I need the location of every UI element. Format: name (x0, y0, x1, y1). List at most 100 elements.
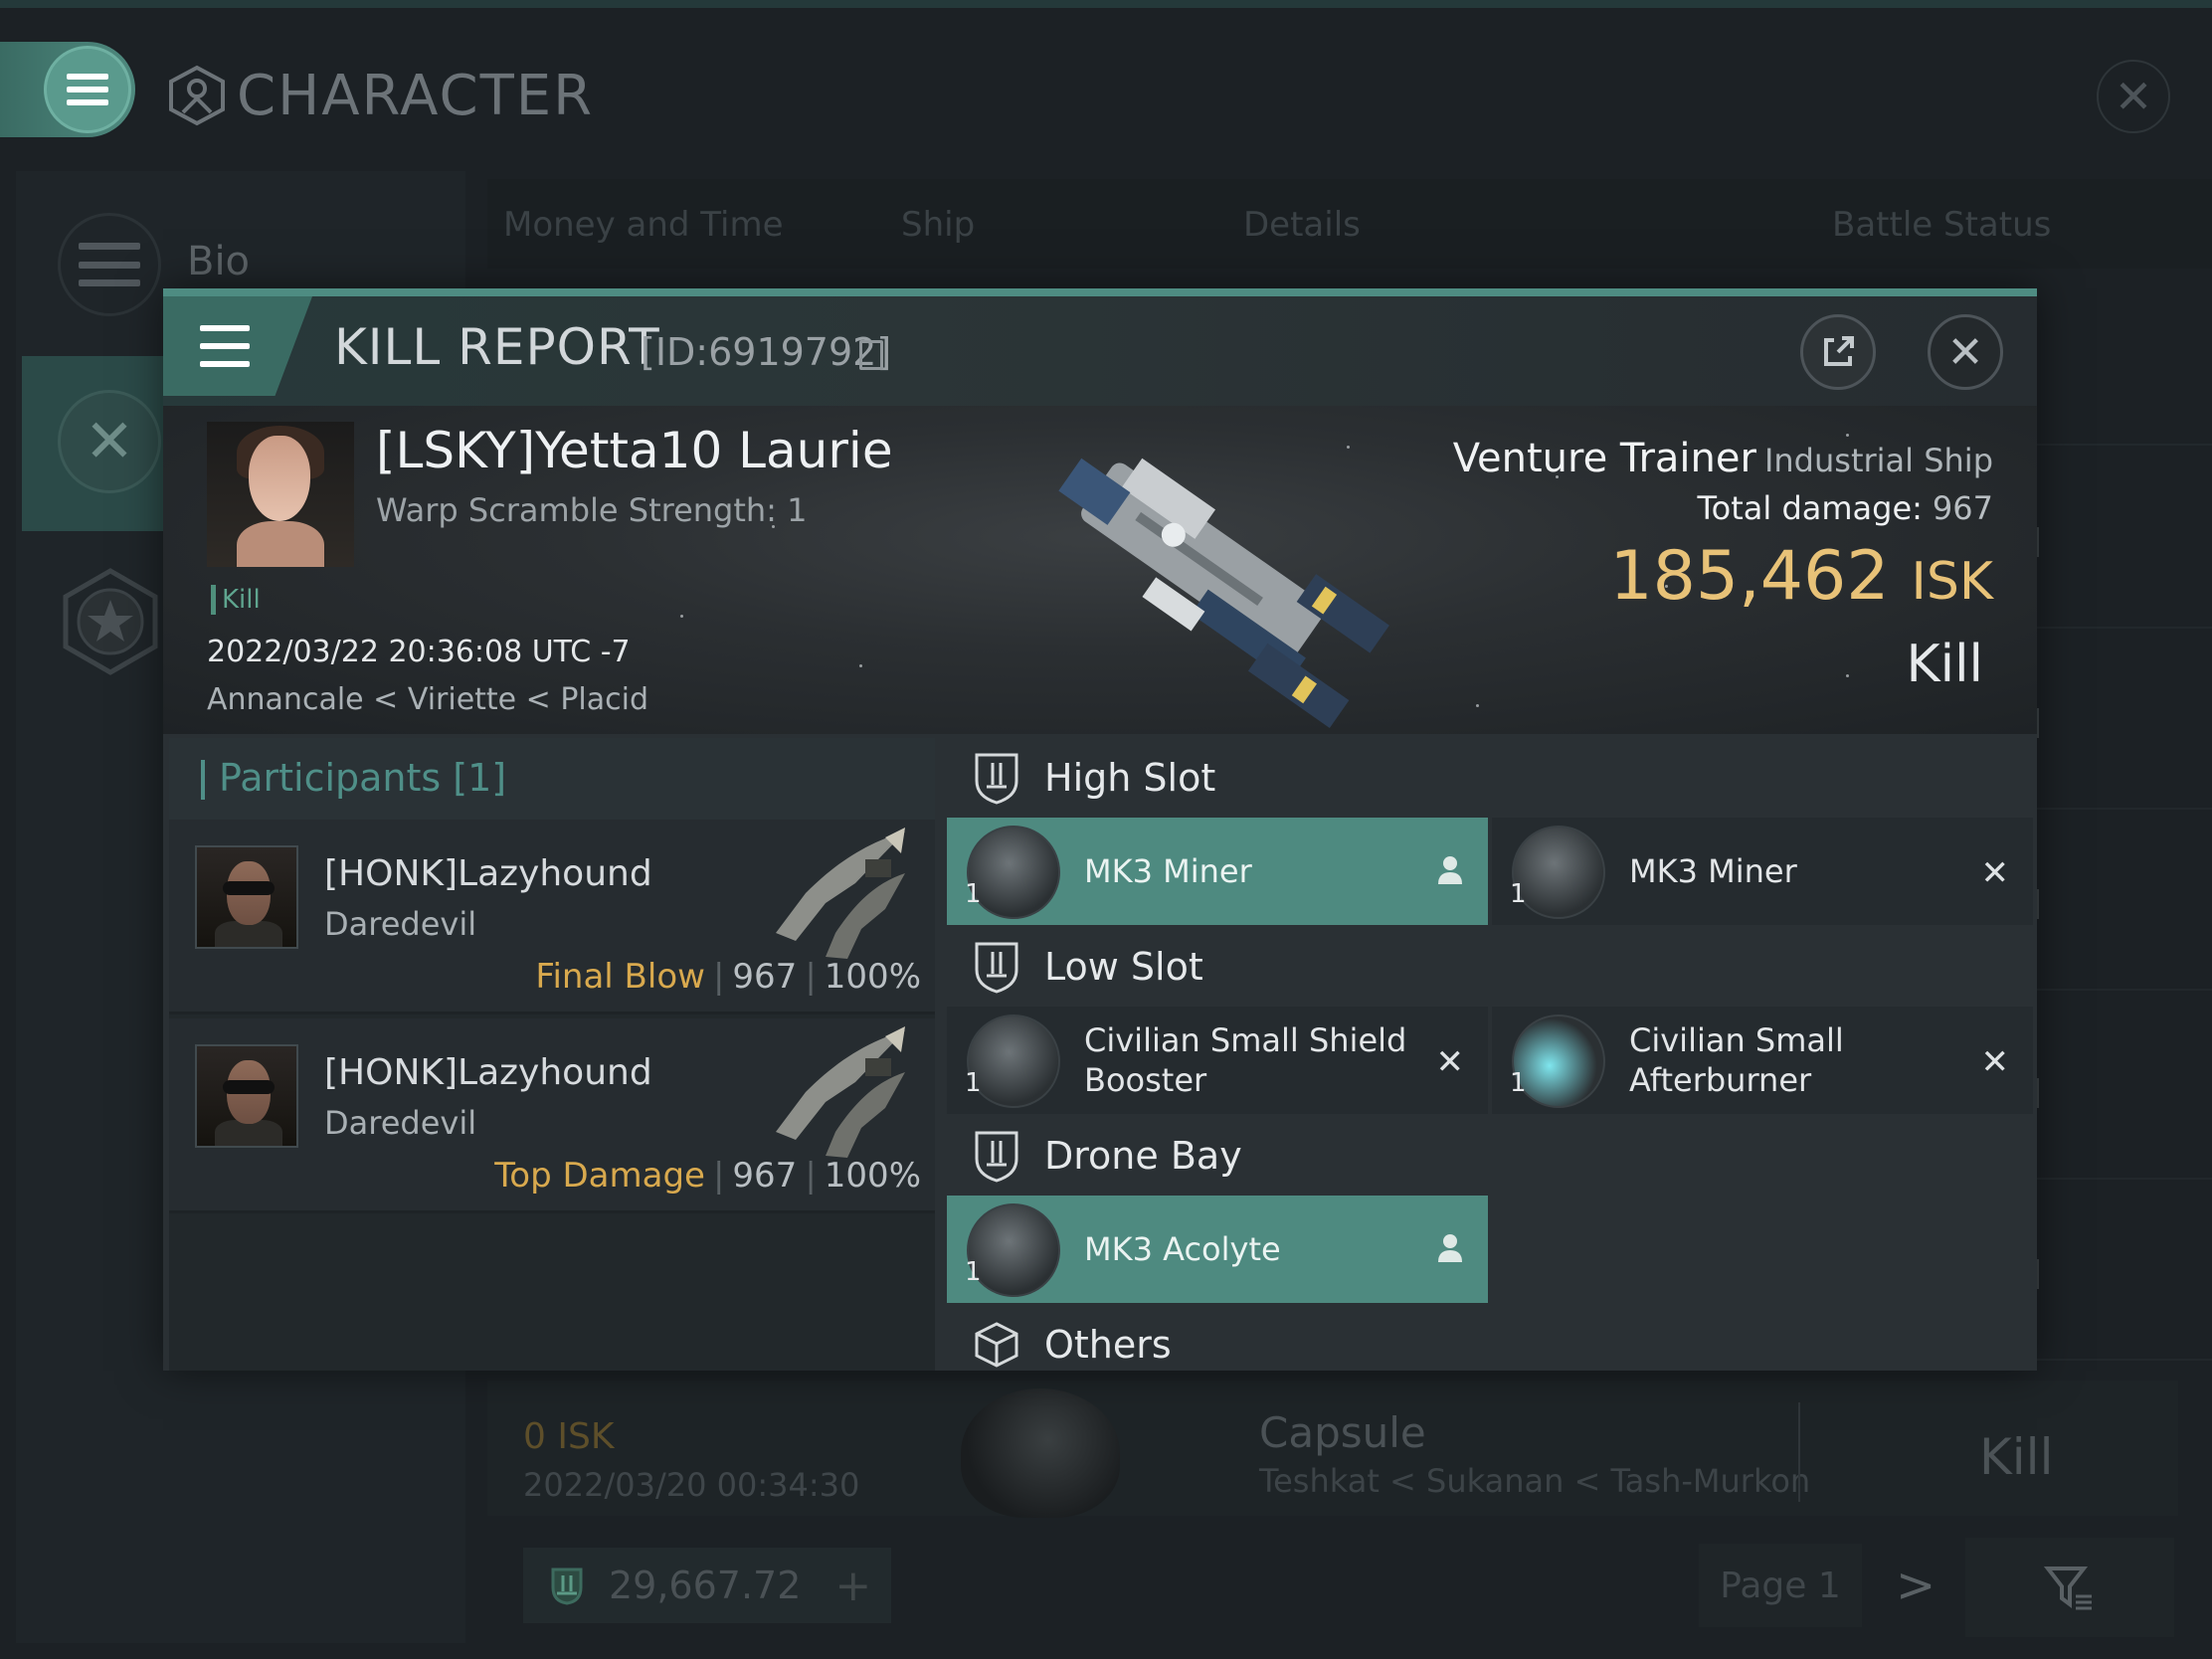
total-damage-label: Total damage: (1697, 489, 1923, 527)
add-isk-button[interactable]: + (834, 1561, 871, 1611)
warp-scramble-strength: Warp Scramble Strength: 1 (376, 491, 808, 529)
kill-location[interactable]: Annancale < Viriette < Placid (207, 682, 648, 717)
next-page-button[interactable]: > (1896, 1558, 1936, 1613)
module-qty: 1 (965, 879, 982, 909)
crossed-swords-icon[interactable]: ✕ (58, 390, 161, 493)
entry-ship-name: Capsule (1259, 1408, 1426, 1457)
participant-ship: Daredevil (324, 1104, 477, 1142)
header-accent-bar (201, 760, 205, 800)
nav-bio-button[interactable] (58, 213, 161, 316)
kill-result-label: Kill (1906, 635, 1983, 694)
filter-button[interactable] (1965, 1538, 2174, 1637)
victim-name[interactable]: [LSKY]Yetta10 Laurie (376, 422, 893, 479)
high-slot-title: High Slot (1044, 756, 1216, 800)
victim-portrait[interactable] (207, 422, 354, 567)
total-damage-value: 967 (1932, 489, 1993, 527)
entry-isk: 0 ISK (523, 1416, 615, 1457)
wallet-display: 29,667.72 + (523, 1548, 891, 1623)
dialog-header: KILL REPORT [ID:6919792] ✕ (163, 296, 2037, 406)
character-icon (169, 65, 225, 126)
high-slot-icon (975, 753, 1018, 805)
star-badge-icon[interactable] (56, 567, 165, 676)
close-icon: ✕ (1946, 326, 1984, 378)
participant-row[interactable]: [HONK]Lazyhound Daredevil Top Damage | 967… (169, 1018, 935, 1213)
participant-percent: 100% (824, 1156, 921, 1196)
ship-class: Industrial Ship (1763, 442, 1993, 479)
tab-money-and-time[interactable]: Money and Time (503, 205, 784, 245)
cargo-box-icon (975, 1322, 1018, 1368)
daredevil-ship-image[interactable] (766, 1022, 915, 1162)
daredevil-ship-image[interactable] (766, 824, 915, 963)
tab-details[interactable]: Details (1243, 205, 1361, 245)
low-slot-icon (975, 942, 1018, 994)
module-name: Civilian Small Afterburner (1629, 1021, 1844, 1099)
participant-row[interactable]: [HONK]Lazyhound Daredevil Final Blow | 967… (169, 820, 935, 1014)
person-icon (1436, 1231, 1464, 1271)
kill-datetime: 2022/03/22 20:36:08 UTC -7 (207, 635, 631, 669)
participant-portrait[interactable] (195, 845, 298, 949)
dialog-close-button[interactable]: ✕ (1928, 314, 2003, 390)
capsule-ship-image (961, 1388, 1120, 1518)
nav-bio-label[interactable]: Bio (187, 239, 250, 284)
module-name: MK3 Miner (1629, 852, 1797, 890)
ship-name[interactable]: Venture Trainer Industrial Ship (1453, 436, 1993, 481)
high-slot-header: High Slot (947, 738, 2037, 818)
isk-amount: 185,462 (1609, 537, 1890, 616)
ship-name-text: Venture Trainer (1452, 436, 1756, 481)
close-window-button[interactable]: ✕ (2097, 60, 2170, 133)
module-item[interactable]: 1 Civilian Small Afterburner ✕ (1492, 1007, 2033, 1114)
participant-name[interactable]: [HONK]Lazyhound (324, 1052, 652, 1093)
participants-title: Participants [1] (219, 756, 507, 800)
hamburger-icon (200, 325, 250, 367)
tab-battle-status[interactable]: Battle Status (1832, 205, 2051, 245)
module-name: MK3 Miner (1084, 852, 1252, 890)
person-icon (1436, 853, 1464, 893)
stat-separator: | (805, 1156, 817, 1196)
tab-ship[interactable]: Ship (901, 205, 975, 245)
module-item[interactable]: 1 Civilian Small Shield Booster ✕ (947, 1007, 1488, 1114)
x-icon: ✕ (1980, 853, 2010, 893)
entry-result: Kill (1979, 1428, 2054, 1486)
participants-header[interactable]: Participants [1] (169, 738, 935, 820)
participant-portrait[interactable] (195, 1044, 298, 1148)
victim-summary: [LSKY]Yetta10 Laurie Warp Scramble Stren… (163, 406, 2037, 734)
module-item[interactable]: 1 MK3 Acolyte (947, 1196, 1488, 1303)
stat-separator: | (712, 957, 725, 997)
module-item[interactable]: 1 MK3 Miner ✕ (1492, 818, 2033, 925)
main-menu-button[interactable] (0, 42, 135, 137)
filter-icon (2044, 1567, 2092, 1610)
module-qty: 1 (965, 1068, 982, 1098)
module-name: MK3 Acolyte (1084, 1230, 1281, 1268)
hamburger-icon (44, 46, 131, 133)
others-header: Others (947, 1305, 2037, 1371)
x-icon: ✕ (1980, 1042, 2010, 1082)
x-icon: ✕ (1435, 1042, 1465, 1082)
dialog-menu-button[interactable] (163, 296, 312, 396)
entry-date: 2022/03/20 00:34:30 (523, 1466, 860, 1504)
venture-ship-render[interactable] (919, 406, 1476, 734)
dialog-title: KILL REPORT (334, 318, 660, 376)
share-button[interactable] (1800, 314, 1876, 390)
others-title: Others (1044, 1323, 1172, 1367)
stat-separator: | (805, 957, 817, 997)
low-slot-title: Low Slot (1044, 945, 1203, 989)
page-indicator: Page 1 (1699, 1544, 1862, 1627)
external-link-icon (1824, 336, 1854, 366)
list-icon (79, 243, 140, 286)
participant-name[interactable]: [HONK]Lazyhound (324, 853, 652, 894)
entry-location: Teshkat < Sukanan < Tash-Murkon (1259, 1462, 1811, 1500)
copy-icon[interactable] (859, 340, 883, 370)
module-name: Civilian Small Shield Booster (1084, 1021, 1407, 1099)
stat-separator: | (712, 1156, 725, 1196)
module-qty: 1 (1510, 879, 1527, 909)
participant-ship: Daredevil (324, 905, 477, 943)
final-blow-label: Final Blow (535, 957, 705, 997)
entry-divider (1798, 1402, 1800, 1502)
window-title-text: CHARACTER (237, 63, 595, 128)
participants-panel: Participants [1] [HONK]Lazyhound Daredev… (169, 738, 935, 1371)
module-item[interactable]: 1 MK3 Miner (947, 818, 1488, 925)
kill-id: [ID:6919792] (641, 330, 892, 374)
isk-icon (551, 1567, 583, 1605)
participant-percent: 100% (824, 957, 921, 997)
drone-bay-title: Drone Bay (1044, 1134, 1242, 1178)
